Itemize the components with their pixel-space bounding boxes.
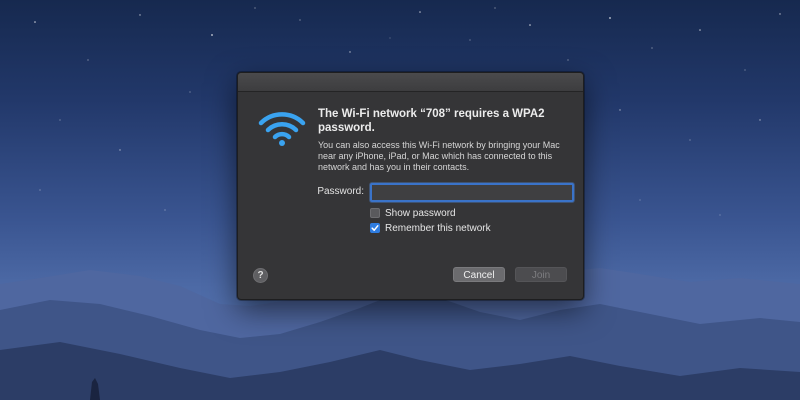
password-input[interactable] [370, 183, 574, 202]
checkbox-unchecked-icon[interactable] [370, 208, 380, 218]
wifi-icon [258, 112, 306, 146]
help-button[interactable]: ? [253, 268, 268, 283]
show-password-label[interactable]: Show password [385, 208, 456, 219]
remember-network-checkbox[interactable]: Remember this network [370, 222, 491, 234]
dialog-heading: The Wi-Fi network “708” requires a WPA2 … [318, 108, 545, 134]
cancel-button[interactable]: Cancel [453, 267, 505, 282]
dialog-description: You can also access this Wi-Fi network b… [318, 140, 560, 172]
password-label: Password: [317, 186, 364, 197]
show-password-checkbox[interactable]: Show password [370, 207, 456, 219]
wifi-password-dialog: The Wi-Fi network “708” requires a WPA2 … [237, 72, 584, 300]
checkmark-icon[interactable] [370, 223, 380, 233]
remember-network-label[interactable]: Remember this network [385, 223, 491, 234]
join-button[interactable]: Join [515, 267, 567, 282]
dialog-titlebar [238, 73, 583, 92]
